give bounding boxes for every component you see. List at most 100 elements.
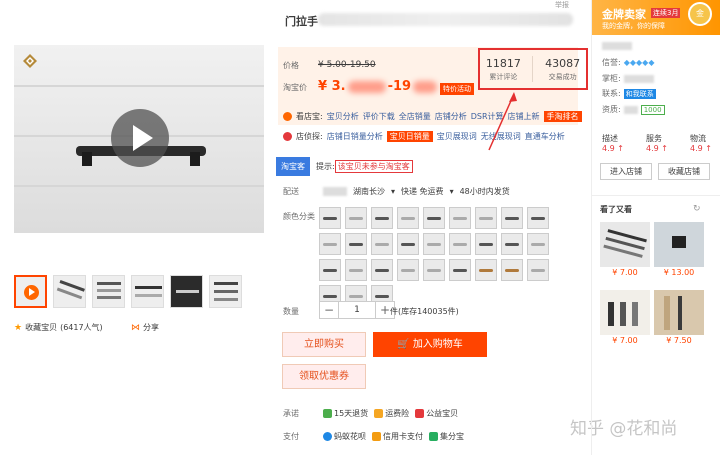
delivery-shipping: 快递 免运费 [401,187,444,196]
promise-item[interactable]: 公益宝贝 [415,408,458,419]
color-option[interactable] [501,259,523,281]
color-option[interactable] [423,207,445,229]
recommendation-item[interactable]: ¥ 7.00 [600,290,650,345]
color-option[interactable] [397,259,419,281]
star-icon: ★ [14,322,23,333]
insurance-icon [374,409,384,418]
tool-link[interactable]: 宝贝分析 [327,111,359,122]
promise-label: 承诺 [283,409,299,418]
payment-item[interactable]: 蚂蚁花呗 [323,431,366,442]
door-plank-line [14,185,264,187]
decrease-button[interactable]: − [319,301,339,319]
color-option[interactable] [501,207,523,229]
color-option[interactable] [423,259,445,281]
color-option[interactable] [501,233,523,255]
dianzhentan-icon [283,132,292,141]
tool-link[interactable]: DSR计算 [471,111,504,122]
color-option[interactable] [345,259,367,281]
seller-panel: 金牌卖家 连续3月 我的金牌，你的保障 金 信誉: ◆◆◆◆◆ 掌柜: 联系: … [591,0,720,455]
thumbnail-image[interactable] [131,275,164,308]
handle-thumb-icon [97,282,121,299]
thumbnail-video[interactable] [14,275,47,308]
enter-shop-button[interactable]: 进入店铺 [600,163,652,180]
taobao-price-prefix: ¥ 3. [318,79,346,94]
color-option[interactable] [475,207,497,229]
thumbnail-image[interactable] [92,275,125,308]
color-option[interactable] [371,233,393,255]
diamond-icon: ◆◆◆◆◆ [623,58,655,67]
shop-name[interactable] [602,42,632,50]
main-product-image[interactable] [14,45,264,233]
handle-thumb-icon [214,282,238,301]
quantity-input[interactable] [339,301,375,319]
redacted-origin [323,187,347,196]
delivery-time: 48小时内发货 [459,187,510,196]
thumbnail-image[interactable] [53,275,86,308]
refresh-icon[interactable]: ↻ [693,204,701,214]
color-option[interactable] [319,259,341,281]
color-option[interactable] [371,207,393,229]
recommendation-item[interactable]: ¥ 7.50 [654,290,704,345]
tool-link[interactable]: 全店销量 [399,111,431,122]
color-option[interactable] [319,207,341,229]
promise-item[interactable]: 运费险 [374,408,409,419]
delivery-destination[interactable]: 湖南长沙 [353,186,385,197]
tip-row: 淘宝客 提示: 该宝贝未参与淘宝客 [276,156,413,176]
score-value: 4.9 ↑ [646,144,668,153]
recommendation-item[interactable]: ¥ 13.00 [654,222,704,277]
promise-item[interactable]: 15天退货 [323,408,368,419]
favorite-shop-button[interactable]: 收藏店铺 [658,163,710,180]
tool-link[interactable]: 店铺日销量分析 [327,131,383,142]
gold-seller-subtitle: 我的金牌，你的保障 [602,22,665,30]
tool-link[interactable]: 店铺分析 [435,111,467,122]
tool-link[interactable]: 宝贝日销量 [386,131,433,142]
thumbnail-image[interactable] [209,275,242,308]
color-option[interactable] [397,233,419,255]
tool-link[interactable]: 评价下载 [363,111,395,122]
gold-seller-tag: 连续3月 [651,8,681,18]
share-button[interactable]: ⋈ 分享 [131,322,159,333]
color-option[interactable] [449,259,471,281]
sales-label: 交易成功 [548,72,577,81]
favorite-item[interactable]: ★ 收藏宝贝 (6417人气) [14,322,103,333]
promise-row: 承诺 15天退货 运费险 公益宝贝 [283,408,458,419]
color-option[interactable] [475,233,497,255]
color-option[interactable] [371,259,393,281]
payment-item[interactable]: 信用卡支付 [372,431,423,442]
tool-link[interactable]: 宝贝展现词 [437,131,477,142]
score-value: 4.9 ↑ [690,144,712,153]
color-option[interactable] [345,207,367,229]
tool-link[interactable]: 直通车分析 [525,131,565,142]
video-play-icon[interactable] [111,109,169,167]
share-label: 分享 [143,323,159,332]
thumbnail-image[interactable] [170,275,203,308]
door-plank-line [14,85,264,87]
get-coupon-button[interactable]: 领取优惠券 [282,364,366,389]
color-option[interactable] [423,233,445,255]
taobaoke-tag[interactable]: 淘宝客 [276,156,310,176]
color-option[interactable] [527,259,549,281]
color-option[interactable] [319,233,341,255]
add-to-cart-button[interactable]: 🛒 加入购物车 [373,332,487,357]
chevron-down-icon: ▾ [449,187,454,196]
color-option[interactable] [449,207,471,229]
report-link[interactable]: 举报 [555,0,569,10]
sales-stat[interactable]: 43087 交易成功 [545,57,580,82]
contact-button[interactable]: 和我联系 [623,88,656,99]
product-page: ★ 收藏宝贝 (6417人气) ⋈ 分享 门拉手 举报 价格 ¥ 5.00-19… [0,0,720,455]
recommendation-item[interactable]: ¥ 7.00 [600,222,650,277]
tool-link[interactable]: 店铺上新 [508,111,540,122]
color-option[interactable] [527,207,549,229]
gold-seller-header: 金牌卖家 连续3月 我的金牌，你的保障 金 [592,0,720,35]
payment-item[interactable]: 集分宝 [429,431,464,442]
tool-link[interactable]: 无线展现词 [481,131,521,142]
buy-now-button[interactable]: 立即购买 [282,332,366,357]
color-option[interactable] [345,233,367,255]
tool-link[interactable]: 手淘排名 [543,111,582,122]
color-option[interactable] [449,233,471,255]
reviews-stat[interactable]: 11817 累计评论 [486,57,521,82]
color-option[interactable] [397,207,419,229]
redacted-price [347,80,386,93]
color-option[interactable] [475,259,497,281]
color-option[interactable] [527,233,549,255]
